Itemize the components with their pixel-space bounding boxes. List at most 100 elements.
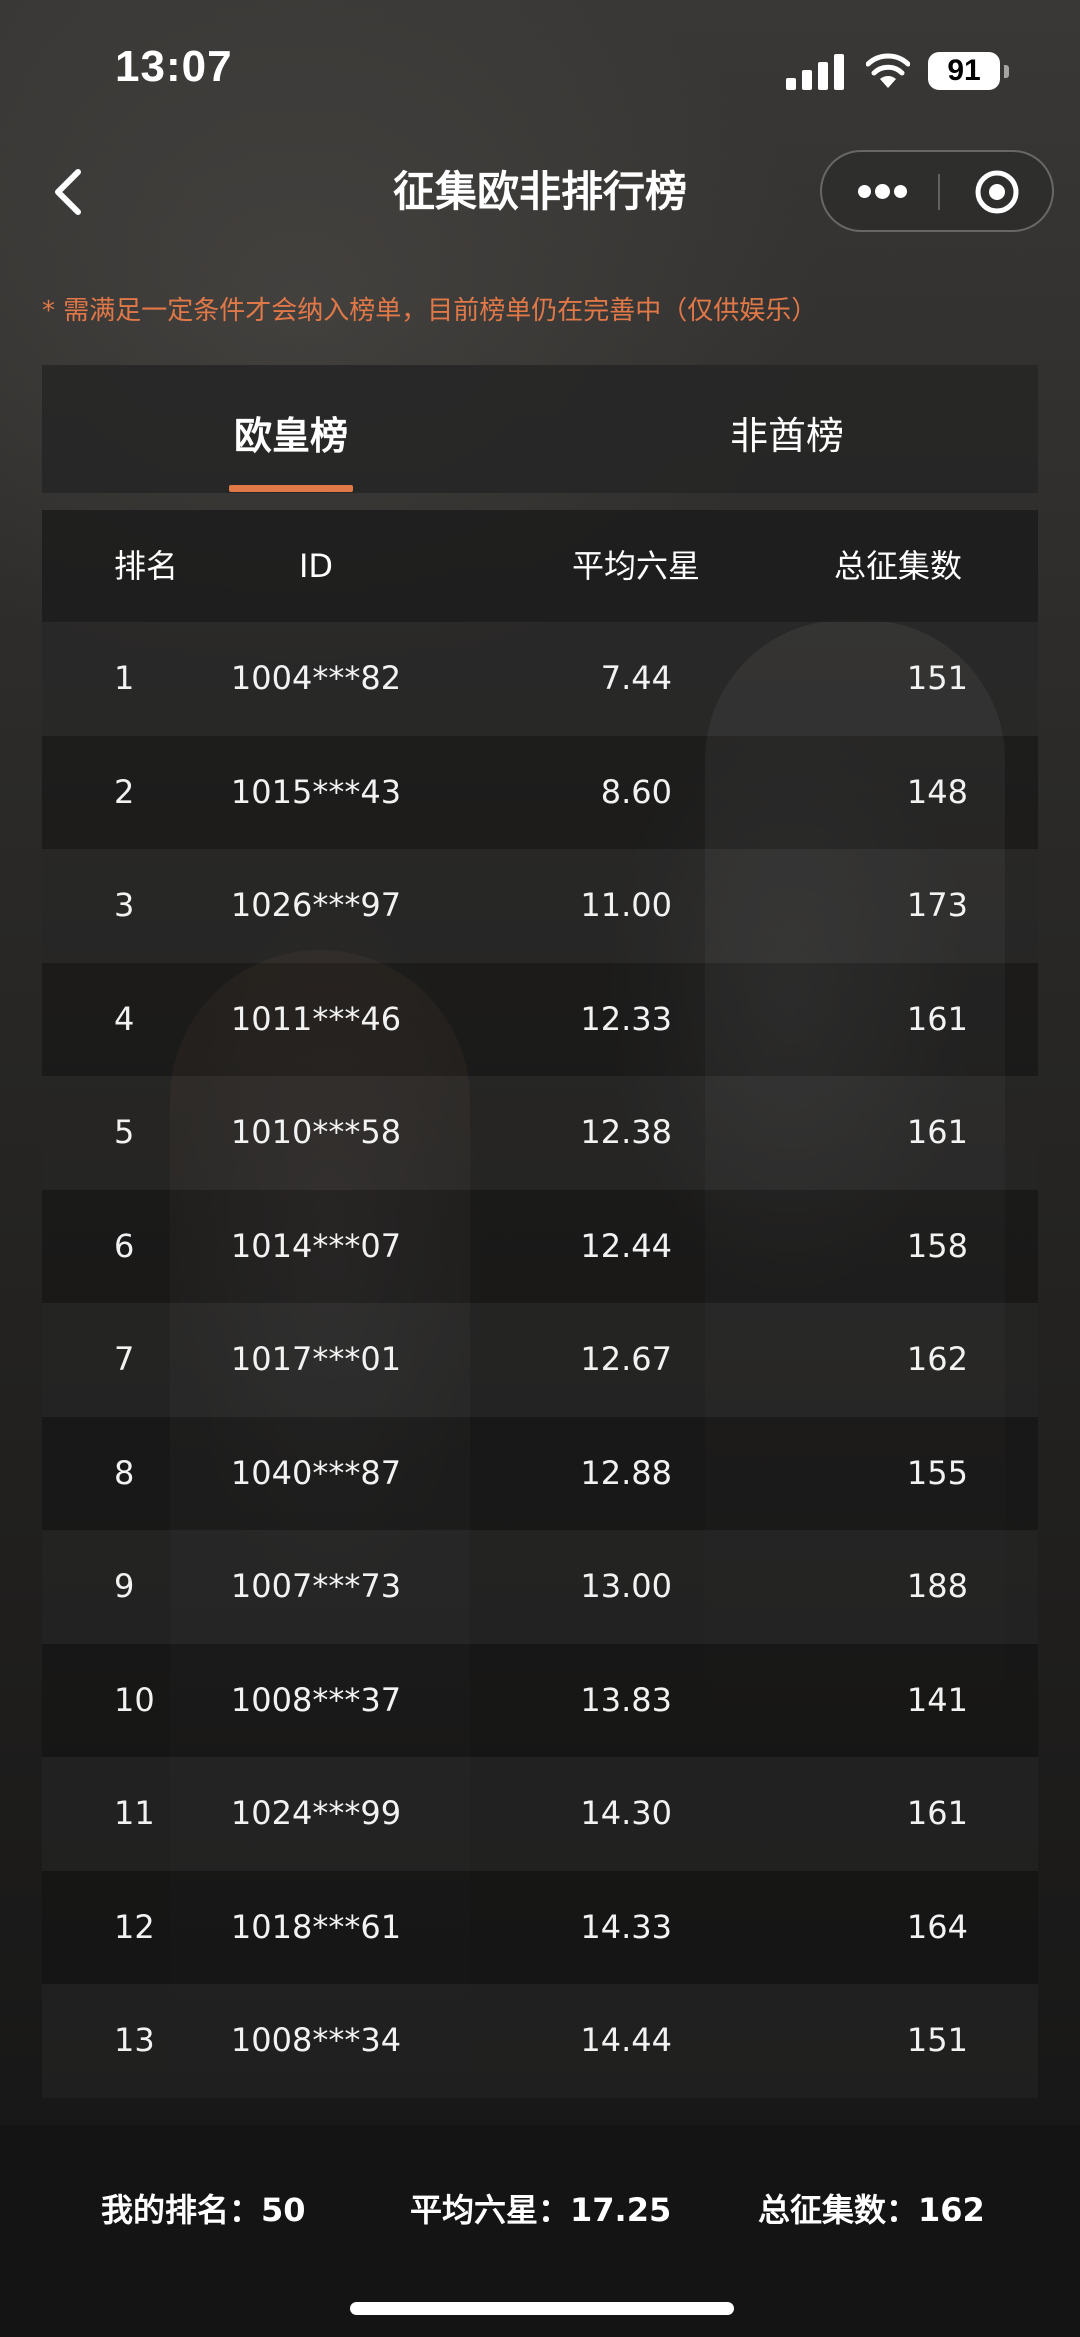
cell-avg-six-star: 13.83	[580, 1680, 672, 1719]
my-avg: 平均六星：17.25	[410, 2185, 671, 2231]
cell-total: 158	[906, 1226, 968, 1265]
battery-cap	[1004, 65, 1009, 78]
table-row: 5 1010***58 12.38 161	[42, 1076, 1038, 1190]
status-bar: 13:07 91	[0, 0, 1080, 140]
home-indicator[interactable]	[350, 2302, 734, 2315]
my-avg-value: 17.25	[570, 2191, 672, 2229]
cell-total: 173	[906, 886, 968, 924]
cell-rank: 7	[114, 1340, 135, 1378]
cell-avg-six-star: 8.60	[600, 772, 672, 811]
my-total-value: 162	[918, 2191, 985, 2229]
tab-lucky-board[interactable]: 欧皇榜	[42, 365, 540, 493]
cell-total: 162	[906, 1340, 968, 1378]
cell-avg-six-star: 14.33	[580, 1907, 672, 1946]
table-row: 3 1026***97 11.00 173	[42, 849, 1038, 963]
cell-total: 155	[906, 1453, 968, 1492]
my-rank: 我的排名：50	[101, 2185, 306, 2231]
battery-icon: 91	[928, 52, 1000, 90]
cell-rank: 10	[114, 1680, 155, 1719]
cell-rank: 2	[114, 772, 135, 811]
cell-id: 1024***99	[230, 1794, 402, 1832]
ranking-table: 排名 ID 平均六星 总征集数 1 1004***82 7.44 151 2 1015**…	[42, 510, 1038, 2098]
table-row: 1 1004***82 7.44 151	[42, 622, 1038, 736]
cell-id: 1015***43	[230, 772, 402, 811]
cell-total: 151	[906, 2021, 968, 2059]
cell-id: 1004***82	[230, 659, 402, 697]
cell-avg-six-star: 11.00	[580, 886, 672, 924]
tab-unlucky-board[interactable]: 非酋榜	[540, 365, 1038, 493]
close-miniprogram-icon[interactable]	[972, 167, 1022, 217]
table-row: 10 1008***37 13.83 141	[42, 1643, 1038, 1757]
signal-icon	[786, 54, 844, 90]
table-row: 13 1008***34 14.44 151	[42, 1984, 1038, 2098]
cell-avg-six-star: 12.67	[580, 1340, 672, 1378]
capsule-divider	[938, 174, 940, 210]
cell-avg-six-star: 14.30	[580, 1794, 672, 1832]
cell-rank: 4	[114, 999, 135, 1038]
cell-id: 1014***07	[230, 1226, 402, 1265]
leaderboard: 欧皇榜 非酋榜 排名 ID 平均六星 总征集数 1 1004***82 7.44 15…	[42, 365, 1038, 2098]
cell-total: 141	[906, 1680, 968, 1719]
cell-rank: 6	[114, 1226, 135, 1265]
table-row: 8 1040***87 12.88 155	[42, 1416, 1038, 1530]
cell-avg-six-star: 14.44	[580, 2021, 672, 2059]
cell-total: 161	[906, 999, 968, 1038]
wifi-icon	[866, 53, 910, 88]
header-rank: 排名	[114, 547, 179, 585]
my-summary-bar: 我的排名：50 平均六星：17.25 总征集数：162	[0, 2125, 1080, 2337]
cell-id: 1010***58	[230, 1113, 402, 1151]
table-row: 11 1024***99 14.30 161	[42, 1757, 1038, 1871]
cell-avg-six-star: 13.00	[580, 1567, 672, 1605]
tab-bar: 欧皇榜 非酋榜	[42, 365, 1038, 493]
cell-rank: 12	[114, 1907, 155, 1946]
cell-avg-six-star: 7.44	[600, 659, 672, 697]
cell-id: 1018***61	[230, 1907, 402, 1946]
cell-avg-six-star: 12.88	[580, 1453, 672, 1492]
table-body: 1 1004***82 7.44 151 2 1015***43 8.60 148 3 1026*…	[42, 622, 1038, 2098]
more-icon[interactable]	[844, 166, 918, 216]
cell-id: 1007***73	[230, 1567, 402, 1605]
tab-label: 欧皇榜	[233, 414, 348, 458]
cell-rank: 8	[114, 1453, 135, 1492]
cell-rank: 13	[114, 2021, 155, 2059]
cell-id: 1011***46	[230, 999, 402, 1038]
my-total: 总征集数：162	[758, 2185, 985, 2231]
table-row: 2 1015***43 8.60 148	[42, 735, 1038, 849]
tab-label: 非酋榜	[729, 414, 844, 458]
cell-rank: 5	[114, 1113, 135, 1151]
table-row: 6 1014***07 12.44 158	[42, 1189, 1038, 1303]
my-rank-label: 我的排名：	[101, 2191, 262, 2229]
cell-avg-six-star: 12.38	[580, 1113, 672, 1151]
cell-id: 1008***34	[230, 2021, 402, 2059]
cell-id: 1026***97	[230, 886, 402, 924]
header-avg-six-star: 平均六星	[572, 547, 701, 585]
notice-text: * 需满足一定条件才会纳入榜单，目前榜单仍在完善中（仅供娱乐）	[42, 296, 818, 326]
cell-total: 161	[906, 1113, 968, 1151]
nav-bar: 征集欧非排行榜	[0, 140, 1080, 240]
table-header: 排名 ID 平均六星 总征集数	[42, 510, 1038, 622]
miniprogram-capsule	[820, 150, 1054, 232]
cell-rank: 1	[114, 659, 135, 697]
active-tab-indicator	[229, 485, 353, 492]
table-row: 9 1007***73 13.00 188	[42, 1530, 1038, 1644]
my-rank-value: 50	[261, 2191, 306, 2229]
table-row: 7 1017***01 12.67 162	[42, 1303, 1038, 1417]
my-total-label: 总征集数：	[758, 2191, 919, 2229]
cell-id: 1008***37	[230, 1680, 402, 1719]
cell-total: 151	[906, 659, 968, 697]
cell-id: 1040***87	[230, 1453, 402, 1492]
cell-rank: 3	[114, 886, 135, 924]
cell-rank: 11	[114, 1794, 155, 1832]
header-id: ID	[298, 547, 334, 585]
my-avg-label: 平均六星：	[410, 2191, 571, 2229]
status-time: 13:07	[115, 42, 233, 91]
cell-total: 164	[906, 1907, 968, 1946]
cell-total: 161	[906, 1794, 968, 1832]
cell-avg-six-star: 12.44	[580, 1226, 672, 1265]
cell-avg-six-star: 12.33	[580, 999, 672, 1038]
table-row: 12 1018***61 14.33 164	[42, 1870, 1038, 1984]
cell-total: 148	[906, 772, 968, 811]
cell-id: 1017***01	[230, 1340, 402, 1378]
cell-rank: 9	[114, 1567, 135, 1605]
cell-total: 188	[906, 1567, 968, 1605]
